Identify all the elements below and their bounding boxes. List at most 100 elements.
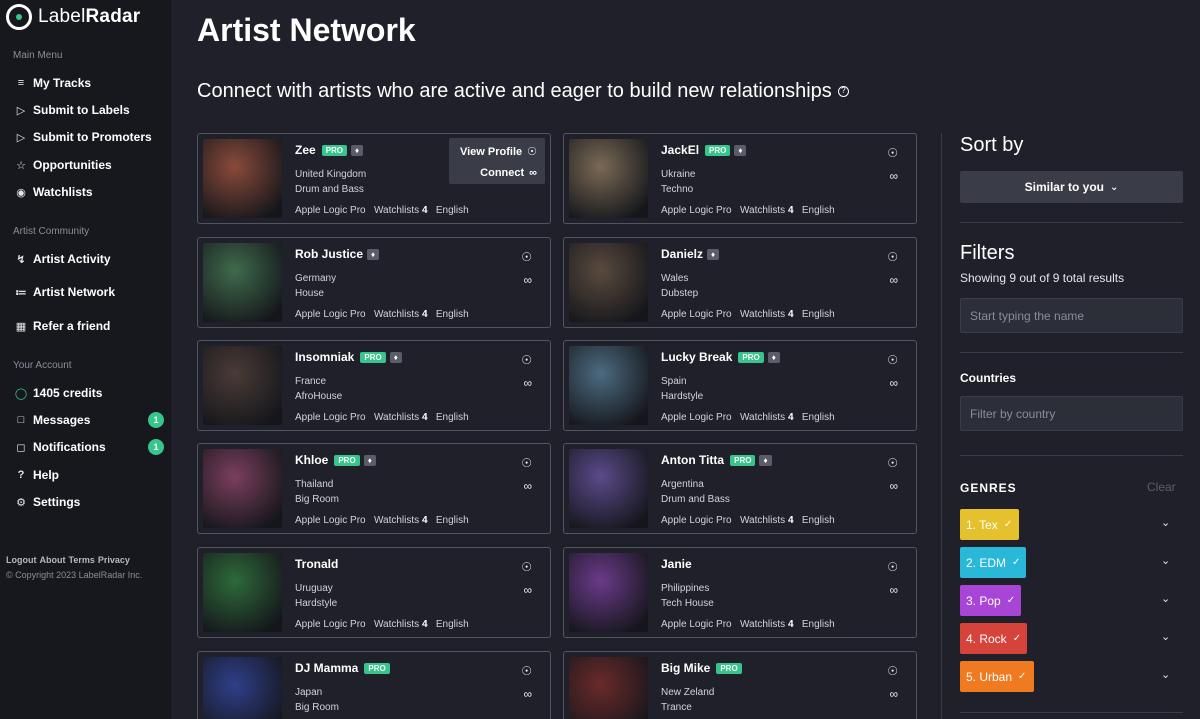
view-profile-icon[interactable]: ☉ [521,250,532,264]
sidebar-item-artist-activity[interactable]: ↯ Artist Activity [14,250,164,268]
sidebar-item-submit-promoters[interactable]: ▷ Submit to Promoters [14,128,164,146]
artist-card[interactable]: Anton Titta PRO ♦ Argentina Drum and Bass App… [563,443,917,534]
country-filter-input[interactable]: Filter by country [960,396,1183,431]
sidebar-item-settings[interactable]: ⚙ Settings [14,493,164,511]
artist-name[interactable]: Rob Justice ♦ [295,247,380,261]
sidebar-item-submit-labels[interactable]: ▷ Submit to Labels [14,101,164,119]
genre-chip[interactable]: 3. Pop ✓ [960,585,1021,616]
artist-name[interactable]: Insomniak PRO ♦ [295,350,402,364]
artist-card[interactable]: Janie Philippines Tech House Apple Logic Pr… [563,547,917,638]
chevron-down-icon[interactable]: ⌄ [1161,554,1170,567]
connect-link-icon[interactable]: ∞ [889,687,898,701]
connect-link-icon[interactable]: ∞ [889,376,898,390]
view-profile-icon[interactable]: ☉ [521,664,532,678]
pro-badge: PRO [705,144,731,156]
connect-link-icon[interactable]: ∞ [523,583,532,597]
artist-card[interactable]: Khloe PRO ♦ Thailand Big Room Apple Logic Pro… [197,443,551,534]
chevron-down-icon[interactable]: ⌄ [1161,630,1170,643]
artist-country: Argentina [661,479,704,490]
artist-card[interactable]: Big Mike PRO New Zeland Trance ☉ ∞ [563,651,917,719]
view-profile-icon[interactable]: ☉ [887,456,898,470]
chevron-down-icon[interactable]: ⌄ [1161,668,1170,681]
view-profile-icon[interactable]: ☉ [521,456,532,470]
artist-name[interactable]: Tronald [295,557,338,571]
artist-photo[interactable] [569,449,648,528]
artist-card[interactable]: JackEl PRO ♦ Ukraine Techno Apple Logic Pro W… [563,133,917,224]
artist-name[interactable]: Big Mike PRO [661,661,742,675]
connect-link-icon[interactable]: ∞ [523,273,532,287]
sidebar-item-refer-friend[interactable]: ▦ Refer a friend [14,317,164,335]
terms-link[interactable]: Terms [69,555,95,565]
sidebar-item-notifications[interactable]: ◻ Notifications 1 [14,438,164,456]
logo[interactable]: LabelRadar [6,4,140,30]
view-profile-icon[interactable]: ☉ [521,353,532,367]
artist-name[interactable]: Khloe PRO ♦ [295,453,376,467]
artist-card[interactable]: Insomniak PRO ♦ France AfroHouse Apple Logic … [197,340,551,431]
artist-card[interactable]: Rob Justice ♦ Germany House Apple Logic Pro … [197,237,551,328]
artist-photo[interactable] [569,657,648,719]
artist-card[interactable]: Tronald Uruguay Hardstyle Apple Logic Pro W… [197,547,551,638]
artist-photo[interactable] [569,553,648,632]
artist-photo[interactable] [203,346,282,425]
sidebar-item-my-tracks[interactable]: ≡ My Tracks [14,74,164,92]
artist-name[interactable]: Anton Titta PRO ♦ [661,453,772,467]
artist-country: New Zeland [661,687,715,698]
sidebar-item-watchlists[interactable]: ◉ Watchlists [14,183,164,201]
artist-photo[interactable] [569,346,648,425]
view-profile-icon[interactable]: ☉ [887,560,898,574]
connect-link-icon[interactable]: ∞ [889,583,898,597]
connect-button[interactable]: Connect ∞ [480,167,537,179]
connect-link-icon[interactable]: ∞ [523,479,532,493]
sidebar-item-help[interactable]: ? Help [14,466,164,484]
sidebar-item-messages[interactable]: □ Messages 1 [14,411,164,429]
sidebar-item-opportunities[interactable]: ☆ Opportunities [14,156,164,174]
artist-photo[interactable] [203,139,282,218]
sidebar-item-credits[interactable]: ◯ 1405 credits [14,384,164,402]
artist-name[interactable]: Lucky Break PRO ♦ [661,350,780,364]
artist-photo[interactable] [569,243,648,322]
artist-card[interactable]: DJ Mamma PRO Japan Big Room ☉ ∞ [197,651,551,719]
connect-link-icon[interactable]: ∞ [889,169,898,183]
view-profile-icon[interactable]: ☉ [887,250,898,264]
artist-photo[interactable] [569,139,648,218]
about-link[interactable]: About [40,555,66,565]
connect-link-icon[interactable]: ∞ [523,376,532,390]
chevron-down-icon[interactable]: ⌄ [1161,516,1170,529]
sort-dropdown[interactable]: Similar to you ⌄ [960,171,1183,203]
connect-link-icon[interactable]: ∞ [523,687,532,701]
connect-link-icon[interactable]: ∞ [889,479,898,493]
view-profile-icon[interactable]: ☉ [887,664,898,678]
sidebar-item-artist-network[interactable]: ≔ Artist Network [14,283,164,301]
artist-name[interactable]: JackEl PRO ♦ [661,143,747,157]
artist-name[interactable]: Danielz ♦ [661,247,720,261]
view-profile-icon[interactable]: ☉ [521,560,532,574]
artist-photo[interactable] [203,657,282,719]
chevron-down-icon[interactable]: ⌄ [1161,592,1170,605]
artist-photo[interactable] [203,243,282,322]
privacy-link[interactable]: Privacy [98,555,130,565]
artist-photo[interactable] [203,553,282,632]
logout-link[interactable]: Logout [6,555,37,565]
artist-card[interactable]: Lucky Break PRO ♦ Spain Hardstyle Apple Logic… [563,340,917,431]
logo-text: LabelRadar [38,6,141,27]
view-profile-button[interactable]: View Profile ☉ [460,145,537,159]
connect-link-icon[interactable]: ∞ [889,273,898,287]
view-profile-icon[interactable]: ☉ [887,146,898,160]
artist-card[interactable]: Zee PRO ♦ United Kingdom Drum and Bass Apple … [197,133,551,224]
artist-name[interactable]: Janie [661,557,692,571]
name-search-input[interactable]: Start typing the name [960,298,1183,333]
artist-name[interactable]: DJ Mamma PRO [295,661,390,675]
artist-country: Ukraine [661,169,696,180]
genre-chip[interactable]: 5. Urban ✓ [960,661,1034,692]
artist-photo[interactable] [203,449,282,528]
help-icon[interactable]: ? [837,86,849,98]
divider [960,712,1183,713]
artist-meta: Apple Logic Pro Watchlists 4 English [295,309,469,320]
genre-chip[interactable]: 1. Tex ✓ [960,509,1019,540]
artist-name[interactable]: Zee PRO ♦ [295,143,364,157]
view-profile-icon[interactable]: ☉ [887,353,898,367]
genre-chip[interactable]: 2. EDM ✓ [960,547,1026,578]
clear-genres-button[interactable]: Clear [1147,480,1176,494]
artist-card[interactable]: Danielz ♦ Wales Dubstep Apple Logic Pro Watc… [563,237,917,328]
genre-chip[interactable]: 4. Rock ✓ [960,623,1027,654]
